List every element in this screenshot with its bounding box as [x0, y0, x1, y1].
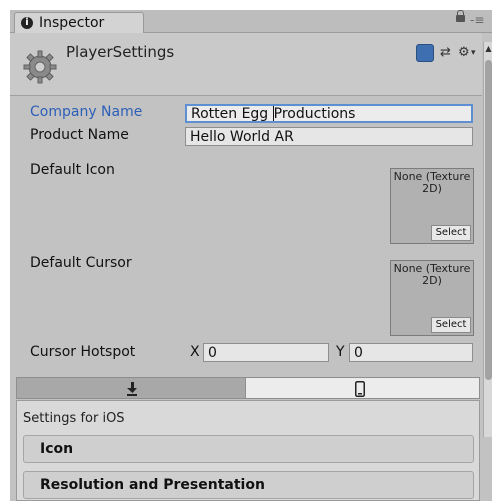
product-name-label: Product Name — [30, 127, 129, 143]
hotspot-y-label: Y — [336, 344, 345, 360]
default-cursor-texture-text: None (Texture 2D) — [393, 262, 471, 287]
gear-icon[interactable]: ⚙ — [458, 45, 470, 60]
tab-standalone[interactable] — [16, 377, 246, 399]
hotspot-x-input[interactable]: 0 — [203, 343, 329, 362]
hotspot-x-label: X — [190, 344, 200, 360]
default-icon-texture-slot[interactable]: None (Texture 2D) Select — [390, 168, 474, 244]
company-name-input[interactable]: Rotten Egg Productions — [185, 104, 473, 123]
default-icon-label: Default Icon — [30, 162, 115, 178]
section-resolution-and-presentation[interactable]: Resolution and Presentation — [23, 471, 474, 499]
default-icon-select-button[interactable]: Select — [431, 225, 471, 241]
company-name-label: Company Name — [30, 104, 143, 120]
mobile-device-icon — [355, 381, 365, 397]
ios-settings-panel: Settings for iOS Icon Resolution and Pre… — [16, 400, 480, 501]
tab-menu-icon[interactable]: -≡ — [470, 13, 484, 27]
tab-ios[interactable] — [245, 377, 480, 399]
vertical-scrollbar[interactable]: ▲ — [483, 42, 492, 437]
scroll-up-icon[interactable]: ▲ — [484, 44, 492, 53]
inspector-window: i Inspector -≡ PlayerSettings ⇄ ⚙ ▾ ▲ Co… — [10, 10, 492, 501]
section-icon[interactable]: Icon — [23, 435, 474, 463]
inspector-header: PlayerSettings ⇄ ⚙ ▾ — [10, 33, 482, 96]
chevron-down-icon[interactable]: ▾ — [471, 48, 476, 58]
product-name-input[interactable]: Hello World AR — [185, 127, 473, 146]
info-icon: i — [21, 17, 33, 29]
company-name-value-b: Productions — [273, 106, 356, 122]
company-name-value-a: Rotten Egg — [191, 106, 273, 122]
player-settings-gear-icon — [23, 50, 57, 84]
cursor-hotspot-label: Cursor Hotspot — [30, 344, 136, 360]
ios-settings-title: Settings for iOS — [23, 411, 125, 426]
default-cursor-texture-slot[interactable]: None (Texture 2D) Select — [390, 260, 474, 336]
hotspot-y-input[interactable]: 0 — [349, 343, 473, 362]
scrollbar-thumb[interactable] — [485, 60, 492, 380]
sliders-icon[interactable]: ⇄ — [440, 45, 451, 60]
lock-icon[interactable] — [456, 10, 465, 22]
tab-bar: i Inspector -≡ — [10, 10, 492, 34]
tab-inspector[interactable]: i Inspector — [14, 12, 144, 34]
download-standalone-icon — [127, 382, 137, 396]
default-cursor-label: Default Cursor — [30, 255, 132, 271]
tab-inspector-label: Inspector — [39, 15, 105, 31]
default-cursor-select-button[interactable]: Select — [431, 317, 471, 333]
header-title: PlayerSettings — [66, 43, 175, 61]
platform-tab-bar — [16, 377, 480, 400]
default-icon-texture-text: None (Texture 2D) — [393, 170, 471, 195]
book-help-icon[interactable] — [416, 44, 434, 62]
